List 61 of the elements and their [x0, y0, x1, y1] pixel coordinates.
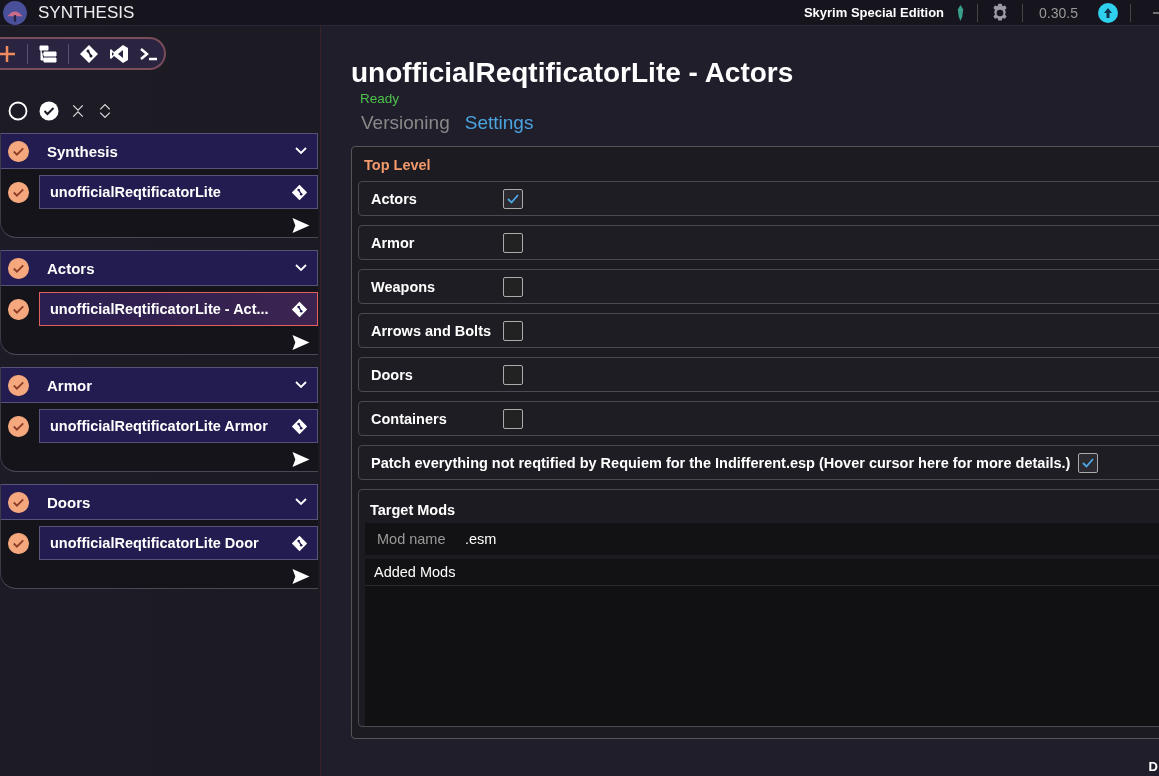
mod-name-field[interactable]: Mod name	[365, 531, 465, 547]
git-icon	[291, 183, 308, 201]
checkbox[interactable]	[503, 320, 523, 341]
chevron-down-icon[interactable]	[295, 498, 307, 506]
target-mods-title: Target Mods	[370, 502, 457, 518]
checkbox[interactable]	[503, 408, 523, 429]
setting-label: Containers	[371, 410, 448, 427]
chevron-down-icon[interactable]	[295, 381, 307, 389]
footer-text: D	[1148, 759, 1158, 774]
check-circle-icon[interactable]	[8, 181, 29, 203]
tab[interactable]: Settings	[464, 112, 534, 134]
game-name[interactable]: Skyrim Special Edition	[803, 5, 945, 20]
list-header: Added Mods	[365, 559, 1159, 586]
check-circle-icon[interactable]	[8, 532, 29, 554]
collapse-all-icon[interactable]	[70, 103, 86, 119]
setting-label: Weapons	[371, 278, 437, 295]
checkbox[interactable]	[503, 276, 523, 297]
plus-icon[interactable]	[0, 43, 17, 64]
status-label: Ready	[360, 91, 401, 106]
check-circle-icon[interactable]	[8, 374, 29, 396]
extension-label: .esm	[465, 531, 497, 547]
chevron-down-icon[interactable]	[295, 264, 307, 272]
send-icon[interactable]	[291, 217, 311, 234]
app-title: SYNTHESIS	[38, 2, 135, 23]
list-tree-icon[interactable]	[38, 43, 58, 64]
git-icon	[291, 300, 308, 318]
setting-label: Arrows and Bolts	[371, 322, 493, 339]
check-circle-icon[interactable]	[8, 257, 29, 279]
check-circle-icon[interactable]	[8, 298, 29, 320]
tab[interactable]: Versioning	[361, 112, 450, 134]
upgrade-icon[interactable]	[1098, 2, 1118, 23]
send-icon[interactable]	[291, 334, 311, 351]
checkbox[interactable]	[1078, 452, 1099, 473]
patcher-item[interactable]: unofficialReqtificatorLite Door	[39, 526, 318, 560]
setting-label: Actors	[371, 190, 418, 207]
select-all-icon[interactable]	[39, 101, 59, 121]
version-label: 0.30.5	[1039, 4, 1078, 21]
chevron-down-icon[interactable]	[295, 147, 307, 155]
send-icon[interactable]	[291, 451, 311, 468]
visual-studio-icon[interactable]	[109, 43, 129, 64]
section-title: Top Level	[364, 157, 432, 173]
checkbox[interactable]	[503, 232, 523, 253]
check-circle-icon[interactable]	[8, 140, 29, 162]
git-icon	[291, 534, 308, 552]
patcher-item[interactable]: unofficialReqtificatorLite	[39, 175, 318, 209]
git-icon	[291, 417, 308, 435]
setting-label: Doors	[371, 366, 414, 383]
setting-label: Armor	[371, 234, 416, 251]
checkbox[interactable]	[503, 188, 523, 209]
patcher-item[interactable]: unofficialReqtificatorLite - Act...	[39, 292, 318, 326]
checkbox[interactable]	[503, 364, 523, 385]
check-circle-icon[interactable]	[8, 491, 29, 513]
setting-label: Patch everything not reqtified by Requiem for the Indifferent.esp (Hover cursor here for more details.)	[371, 454, 1071, 471]
expand-all-icon[interactable]	[97, 103, 113, 119]
dragon-emblem-icon	[956, 3, 966, 22]
send-icon[interactable]	[291, 568, 311, 585]
check-circle-icon[interactable]	[8, 415, 29, 437]
patcher-title: unofficialReqtificatorLite - Actors	[351, 57, 795, 89]
deselect-all-icon[interactable]	[8, 101, 28, 121]
git-icon[interactable]	[79, 43, 99, 64]
patcher-item[interactable]: unofficialReqtificatorLite Armor	[39, 409, 318, 443]
